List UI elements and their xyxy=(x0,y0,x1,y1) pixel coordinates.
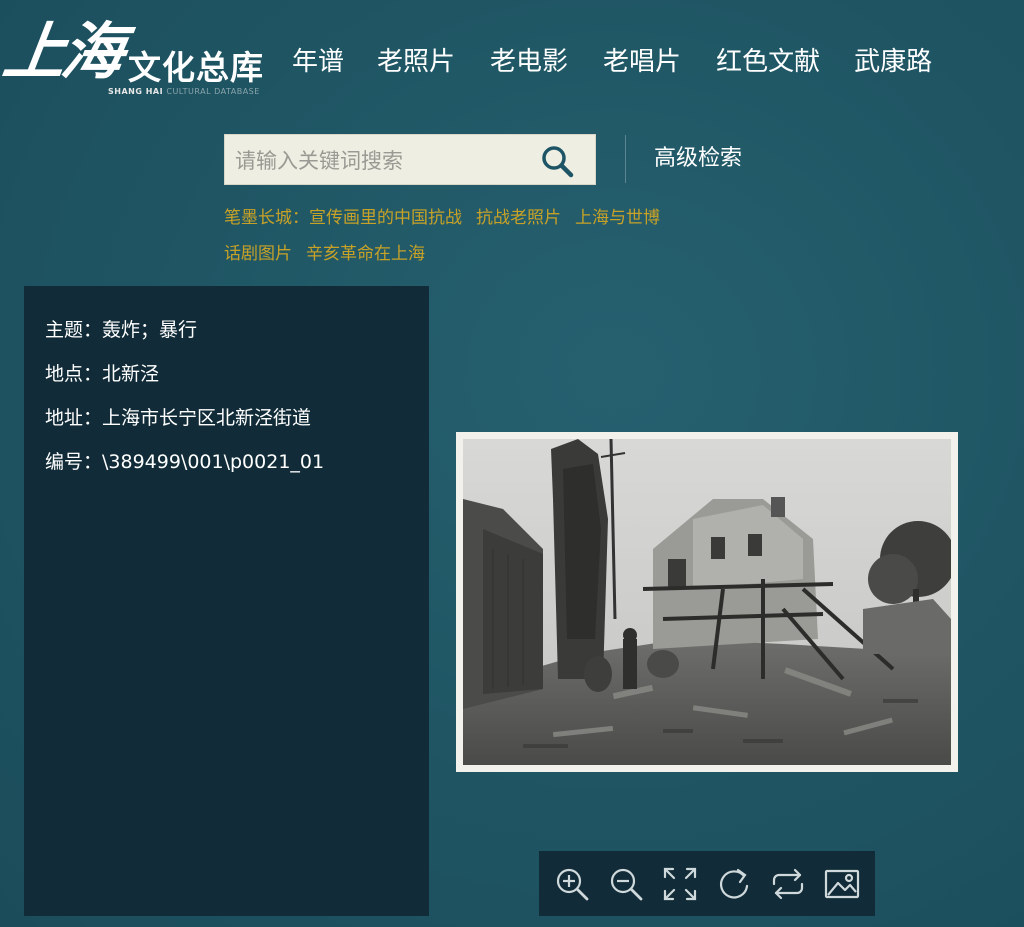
logo-english-faint: CULTURAL DATABASE xyxy=(166,87,260,96)
search-icon xyxy=(542,146,574,178)
nav-item-old-records[interactable]: 老唱片 xyxy=(603,44,681,80)
photo-frame xyxy=(456,432,958,772)
hot-link-war-photos[interactable]: 抗战老照片 xyxy=(476,208,561,228)
swap-icon xyxy=(772,868,804,899)
info-place: 地点：北新泾 xyxy=(45,363,160,385)
logo-english-text: SHANG HAI CULTURAL DATABASE xyxy=(108,87,260,96)
hot-link-propaganda[interactable]: 笔墨长城：宣传画里的中国抗战 xyxy=(224,208,462,228)
hot-link-xinhai[interactable]: 辛亥革命在上海 xyxy=(306,244,425,264)
fullscreen-icon xyxy=(663,867,697,900)
hot-links: 笔墨长城：宣传画里的中国抗战 抗战老照片 上海与世博 话剧图片 辛亥革命在上海 xyxy=(224,200,744,272)
old-photo-image[interactable] xyxy=(463,439,951,765)
rotate-button[interactable] xyxy=(714,864,754,904)
info-subject: 主题：轰炸；暴行 xyxy=(45,319,198,341)
zoom-out-button[interactable] xyxy=(606,864,646,904)
nav-item-red-documents[interactable]: 红色文献 xyxy=(716,44,820,80)
zoom-in-button[interactable] xyxy=(552,864,592,904)
zoom-in-icon xyxy=(556,868,589,900)
advanced-search-link[interactable]: 高级检索 xyxy=(654,143,742,175)
hot-link-drama[interactable]: 话剧图片 xyxy=(224,244,292,264)
search-divider xyxy=(625,135,626,183)
original-image-button[interactable] xyxy=(822,864,862,904)
zoom-out-icon xyxy=(610,868,643,900)
hot-link-expo[interactable]: 上海与世博 xyxy=(575,208,660,228)
search-input[interactable] xyxy=(233,141,527,181)
logo-sub-text: 文化总库 xyxy=(128,48,264,87)
nav-item-old-films[interactable]: 老电影 xyxy=(490,44,568,80)
main-nav: 年谱 老照片 老电影 老唱片 红色文献 武康路 xyxy=(292,44,932,80)
logo-main-text: 上海 xyxy=(0,15,126,88)
image-toolbar xyxy=(539,851,875,916)
nav-item-chronicle[interactable]: 年谱 xyxy=(292,44,344,80)
fullscreen-button[interactable] xyxy=(660,864,700,904)
info-code: 编号：\389499\001\p0021_01 xyxy=(45,451,325,473)
image-icon xyxy=(824,869,860,898)
search-button[interactable] xyxy=(539,143,575,179)
nav-item-wukang-road[interactable]: 武康路 xyxy=(854,44,932,80)
info-address: 地址：上海市长宁区北新泾街道 xyxy=(45,407,312,429)
nav-item-old-photos[interactable]: 老照片 xyxy=(377,44,455,80)
photo-info-panel: 主题：轰炸；暴行 地点：北新泾 地址：上海市长宁区北新泾街道 编号：\38949… xyxy=(24,286,429,916)
search-box xyxy=(224,134,596,185)
site-logo[interactable]: 上海 文化总库 SHANG HAI CULTURAL DATABASE xyxy=(0,10,266,100)
swap-button[interactable] xyxy=(768,864,808,904)
rotate-icon xyxy=(720,868,749,898)
logo-english-bold: SHANG HAI xyxy=(108,87,164,96)
